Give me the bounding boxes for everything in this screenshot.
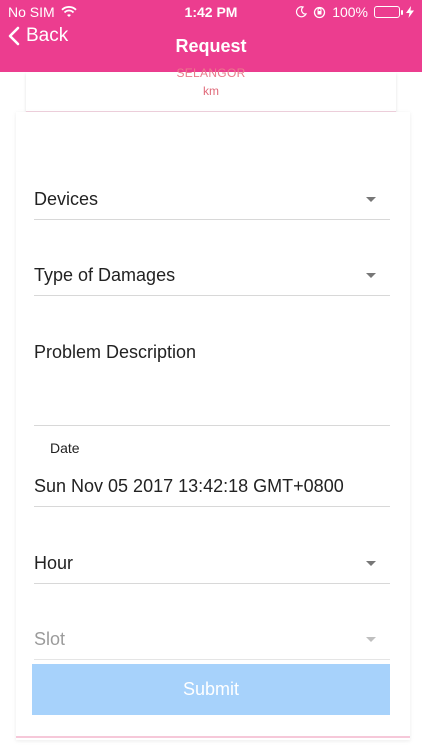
moon-icon [295, 6, 308, 18]
devices-placeholder: Devices [34, 189, 99, 209]
distance-unit: km [203, 84, 219, 98]
status-right: 100% [295, 4, 414, 20]
charging-icon [406, 6, 414, 18]
battery-icon [374, 6, 403, 18]
location-card: SELANGOR km [26, 66, 396, 112]
rotation-lock-icon [313, 6, 326, 19]
hour-placeholder: Hour [34, 553, 74, 573]
damage-type-select[interactable]: Type of Damages [34, 262, 390, 296]
state-label: SELANGOR [176, 66, 246, 80]
submit-button[interactable]: Submit [32, 664, 390, 715]
problem-description-field[interactable]: Problem Description [34, 340, 390, 426]
date-field[interactable]: Sun Nov 05 2017 13:42:18 GMT+0800 [34, 470, 390, 507]
form-bottom-border [16, 736, 410, 738]
navigation-bar: Back Request [0, 24, 422, 72]
devices-select[interactable]: Devices [34, 186, 390, 220]
date-label: Date [50, 440, 80, 456]
date-value: Sun Nov 05 2017 13:42:18 GMT+0800 [34, 476, 344, 496]
page-title: Request [175, 36, 247, 56]
slot-select[interactable]: Slot [34, 626, 390, 660]
problem-description-placeholder: Problem Description [34, 342, 197, 362]
dropdown-arrow-icon [366, 273, 376, 278]
battery-percent: 100% [332, 4, 368, 20]
slot-placeholder: Slot [34, 629, 66, 649]
dropdown-arrow-icon [366, 637, 376, 642]
damage-type-placeholder: Type of Damages [34, 265, 176, 285]
hour-select[interactable]: Hour [34, 550, 390, 584]
status-bar: No SIM 1:42 PM 100% [0, 0, 422, 24]
dropdown-arrow-icon [366, 197, 376, 202]
app-header: No SIM 1:42 PM 100% Back Request [0, 0, 422, 72]
dropdown-arrow-icon [366, 561, 376, 566]
